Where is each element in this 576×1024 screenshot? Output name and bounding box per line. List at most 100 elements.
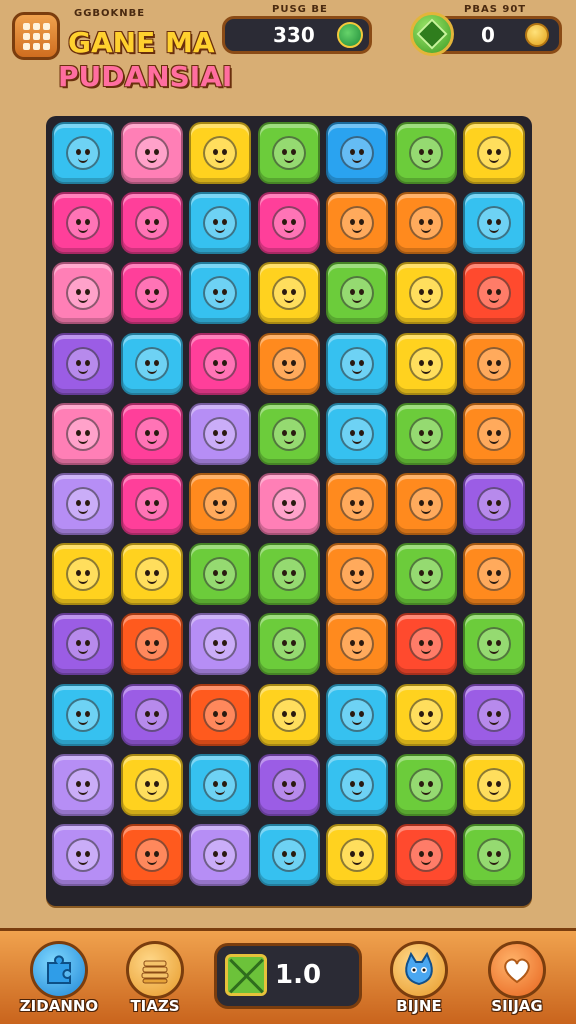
tile-r9-c2[interactable] [189,753,251,816]
tile-r2-c5[interactable] [394,262,457,325]
game-board [46,116,532,906]
tile-r9-c5[interactable] [394,753,457,816]
bottom-bar: ZIDANNO TIAZS 1.0 BIJNE SIIJAG [0,928,576,1024]
tile-r7-c5[interactable] [394,613,457,676]
tile-r5-c4[interactable] [326,473,388,535]
critter-icon [66,838,100,872]
tile-r6-c4[interactable] [326,543,388,606]
tile-r9-c4[interactable] [326,753,388,816]
tile-r5-c0[interactable] [52,473,114,535]
tile-r7-c2[interactable] [189,613,251,676]
tile-r7-c1[interactable] [120,613,183,676]
tile-r1-c1[interactable] [120,192,183,255]
tile-r9-c6[interactable] [463,753,525,816]
tile-r3-c0[interactable] [52,332,114,395]
tile-r6-c1[interactable] [120,543,183,606]
tile-r2-c1[interactable] [120,262,183,325]
tile-r6-c3[interactable] [257,543,320,606]
tile-r8-c1[interactable] [120,683,183,746]
bijne-button[interactable]: BIJNE [384,939,454,1023]
tile-r8-c5[interactable] [394,683,457,746]
tile-r5-c1[interactable] [120,473,183,535]
tile-r3-c1[interactable] [120,332,183,395]
tile-r8-c4[interactable] [326,683,388,746]
tile-r1-c4[interactable] [326,192,388,255]
tile-r9-c1[interactable] [120,753,183,816]
siijag-button[interactable]: SIIJAG [482,939,552,1023]
tile-r10-c5[interactable] [394,824,457,886]
critter-icon [340,276,374,311]
tile-r10-c2[interactable] [189,824,251,886]
tile-r7-c4[interactable] [326,613,388,676]
tile-r1-c5[interactable] [394,192,457,255]
tile-r10-c4[interactable] [326,824,388,886]
tile-r2-c2[interactable] [189,262,251,325]
tile-r9-c0[interactable] [52,753,114,816]
tile-r5-c2[interactable] [189,473,251,535]
game-title: GGBOKNBE GANE MA PUDANSIAI [58,8,232,93]
zidanno-button[interactable]: ZIDANNO [20,939,98,1023]
tile-r3-c2[interactable] [189,332,251,395]
tile-r0-c4[interactable] [326,122,388,184]
tile-r10-c1[interactable] [120,824,183,886]
critter-icon [340,557,374,592]
tile-r1-c3[interactable] [257,192,320,255]
tile-r7-c6[interactable] [463,613,525,676]
tile-r6-c5[interactable] [394,543,457,606]
tile-r2-c6[interactable] [463,262,525,325]
tile-r1-c2[interactable] [189,192,251,255]
green-gem-icon[interactable] [410,12,454,56]
tile-r0-c6[interactable] [463,122,525,184]
tile-r3-c3[interactable] [257,332,320,395]
tile-r2-c4[interactable] [326,262,388,325]
tile-r6-c6[interactable] [463,543,525,606]
tile-r5-c6[interactable] [463,473,525,535]
tile-r4-c1[interactable] [120,402,183,465]
tile-r4-c4[interactable] [326,402,388,465]
siijag-label: SIIJAG [491,997,543,1015]
tile-r1-c0[interactable] [52,192,114,255]
top-bar: GGBOKNBE GANE MA PUDANSIAI PUSG BE 330 P… [0,0,576,100]
tile-r10-c6[interactable] [463,824,525,886]
critter-icon [340,487,374,521]
tile-r8-c3[interactable] [257,683,320,746]
critter-icon [134,838,169,872]
critter-icon [66,557,100,592]
tile-r5-c5[interactable] [394,473,457,535]
tile-r0-c5[interactable] [394,122,457,184]
tile-r4-c5[interactable] [394,402,457,465]
tile-r4-c3[interactable] [257,402,320,465]
tile-r0-c1[interactable] [120,122,183,184]
tile-r5-c3[interactable] [257,473,320,535]
tile-r6-c2[interactable] [189,543,251,606]
tile-r0-c0[interactable] [52,122,114,184]
tile-r8-c2[interactable] [189,683,251,746]
tile-r7-c3[interactable] [257,613,320,676]
tile-r3-c6[interactable] [463,332,525,395]
critter-icon [66,487,100,521]
tile-r0-c3[interactable] [257,122,320,184]
tile-r4-c0[interactable] [52,402,114,465]
menu-button[interactable] [12,12,60,60]
tile-r6-c0[interactable] [52,543,114,606]
score-label: PUSG BE [272,4,328,15]
tile-r7-c0[interactable] [52,613,114,676]
critter-icon [271,416,306,451]
tile-r2-c0[interactable] [52,262,114,325]
tile-r10-c0[interactable] [52,824,114,886]
tile-r4-c6[interactable] [463,402,525,465]
tile-r4-c2[interactable] [189,402,251,465]
tile-r8-c6[interactable] [463,683,525,746]
zidanno-label: ZIDANNO [19,997,99,1015]
tile-r1-c6[interactable] [463,192,525,255]
tile-r3-c5[interactable] [394,332,457,395]
tile-r9-c3[interactable] [257,753,320,816]
tile-r0-c2[interactable] [189,122,251,184]
multiplier-panel[interactable]: 1.0 [214,943,362,1009]
tile-r3-c4[interactable] [326,332,388,395]
tile-r2-c3[interactable] [257,262,320,325]
tile-r8-c0[interactable] [52,683,114,746]
tile-r10-c3[interactable] [257,824,320,886]
critter-icon [408,276,443,311]
tiazs-button[interactable]: TIAZS [120,939,190,1023]
